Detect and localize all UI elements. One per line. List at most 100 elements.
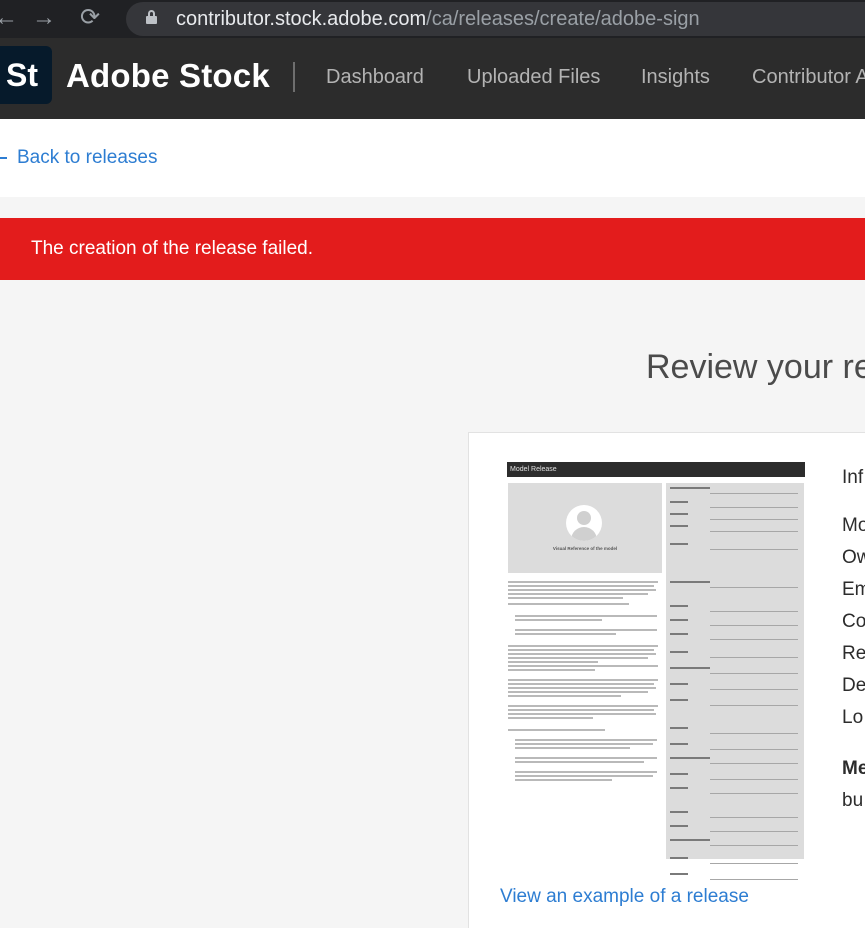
nav-uploaded-files[interactable]: Uploaded Files <box>467 64 600 90</box>
release-text-line <box>515 779 612 781</box>
release-info-text: bu <box>842 790 864 811</box>
nav-insights[interactable]: Insights <box>641 64 710 90</box>
release-info-text: Lo <box>842 707 864 728</box>
release-text-line <box>508 645 658 647</box>
release-text-line <box>508 717 593 719</box>
form-field-label <box>670 525 688 527</box>
release-text-line <box>515 761 644 763</box>
form-field-label <box>670 839 710 841</box>
nav-contributor[interactable]: Contributor A <box>752 64 865 90</box>
release-text-line <box>508 589 656 591</box>
form-field-label <box>670 825 688 827</box>
release-info-text: Me <box>842 758 865 779</box>
form-field-label <box>670 501 688 503</box>
form-field-label <box>670 811 688 813</box>
form-field-line <box>710 673 798 674</box>
release-text-line <box>515 615 657 617</box>
release-text-line <box>508 713 656 715</box>
release-text-line <box>508 593 648 595</box>
form-field-label <box>670 683 688 685</box>
release-text-line <box>508 695 621 697</box>
header-divider <box>293 62 295 92</box>
form-field-label <box>670 727 688 729</box>
form-field-label <box>670 619 688 621</box>
form-field-line <box>710 507 798 508</box>
error-message: The creation of the release failed. <box>31 238 314 259</box>
lock-icon[interactable] <box>146 10 157 24</box>
form-field-line <box>710 531 798 532</box>
release-info-text: Ow <box>842 547 865 568</box>
release-text-line <box>515 633 616 635</box>
release-text-line <box>508 669 595 671</box>
release-text-line <box>508 585 654 587</box>
form-field-line <box>710 493 798 494</box>
brand-name[interactable]: Adobe Stock <box>66 56 270 96</box>
error-banner: The creation of the release failed. <box>0 218 865 280</box>
back-link-label: Back to releases <box>17 147 158 168</box>
form-field-line <box>710 689 798 690</box>
release-text-line <box>508 661 598 663</box>
forward-arrow-icon[interactable]: → <box>32 4 56 32</box>
release-text-line <box>515 747 630 749</box>
form-field-label <box>670 651 688 653</box>
release-info-text: Em <box>842 579 865 600</box>
release-text-line <box>508 657 648 659</box>
release-text-line <box>508 597 623 599</box>
visual-reference-box: Visual Reference of the model <box>508 483 662 573</box>
release-text-line <box>515 739 657 741</box>
reload-icon[interactable]: ⟳ <box>80 4 100 32</box>
release-info-text: Mo <box>842 515 865 536</box>
form-field-line <box>710 611 798 612</box>
release-text-line <box>508 649 654 651</box>
release-form-fields <box>666 483 804 880</box>
visual-reference-caption: Visual Reference of the model <box>552 546 618 551</box>
form-field-label <box>670 873 688 875</box>
model-avatar-icon <box>566 505 602 541</box>
release-text-line <box>515 743 653 745</box>
back-arrow-icon[interactable]: ← <box>0 4 18 32</box>
form-field-line <box>710 793 798 794</box>
form-field-line <box>710 749 798 750</box>
release-info-text: Re <box>842 643 865 664</box>
release-text-line <box>508 683 654 685</box>
back-row: Back to releases <box>0 119 865 197</box>
release-info-text: Inf <box>842 467 864 488</box>
form-field-line <box>710 639 798 640</box>
view-example-link[interactable]: View an example of a release <box>500 884 749 910</box>
release-text-line <box>508 729 605 731</box>
form-field-label <box>670 513 688 515</box>
release-text-line <box>508 679 658 681</box>
release-preview-image[interactable]: Model Release Visual Reference of the mo… <box>507 462 805 880</box>
adobe-stock-logo-icon[interactable]: St <box>0 46 52 104</box>
form-field-line <box>710 657 798 658</box>
release-text-line <box>508 603 629 605</box>
form-field-label <box>670 699 688 701</box>
form-field-line <box>710 549 798 550</box>
form-field-line <box>710 863 798 864</box>
url-path: /ca/releases/create/adobe-sign <box>426 8 700 30</box>
release-preview-header: Model Release <box>507 462 805 477</box>
release-text-line <box>515 775 653 777</box>
release-text-line <box>515 629 657 631</box>
release-text-line <box>515 771 657 773</box>
release-text-line <box>508 709 654 711</box>
url-text[interactable]: contributor.stock.adobe.com/ca/releases/… <box>176 6 700 32</box>
nav-dashboard[interactable]: Dashboard <box>326 64 424 90</box>
form-field-label <box>670 743 688 745</box>
form-field-label <box>670 633 688 635</box>
form-field-label <box>670 857 688 859</box>
form-field-label <box>670 605 688 607</box>
form-field-line <box>710 831 798 832</box>
form-field-line <box>710 779 798 780</box>
release-text-line <box>508 705 658 707</box>
form-field-label <box>670 757 710 759</box>
release-text-line <box>508 687 656 689</box>
form-field-label <box>670 667 710 669</box>
release-text-line <box>515 757 657 759</box>
form-field-line <box>710 587 798 588</box>
form-field-label <box>670 787 688 789</box>
form-field-label <box>670 543 688 545</box>
back-to-releases-link[interactable]: Back to releases <box>0 145 157 171</box>
browser-toolbar: ← → ⟳ contributor.stock.adobe.com/ca/rel… <box>0 0 865 38</box>
release-text-line <box>508 581 658 583</box>
